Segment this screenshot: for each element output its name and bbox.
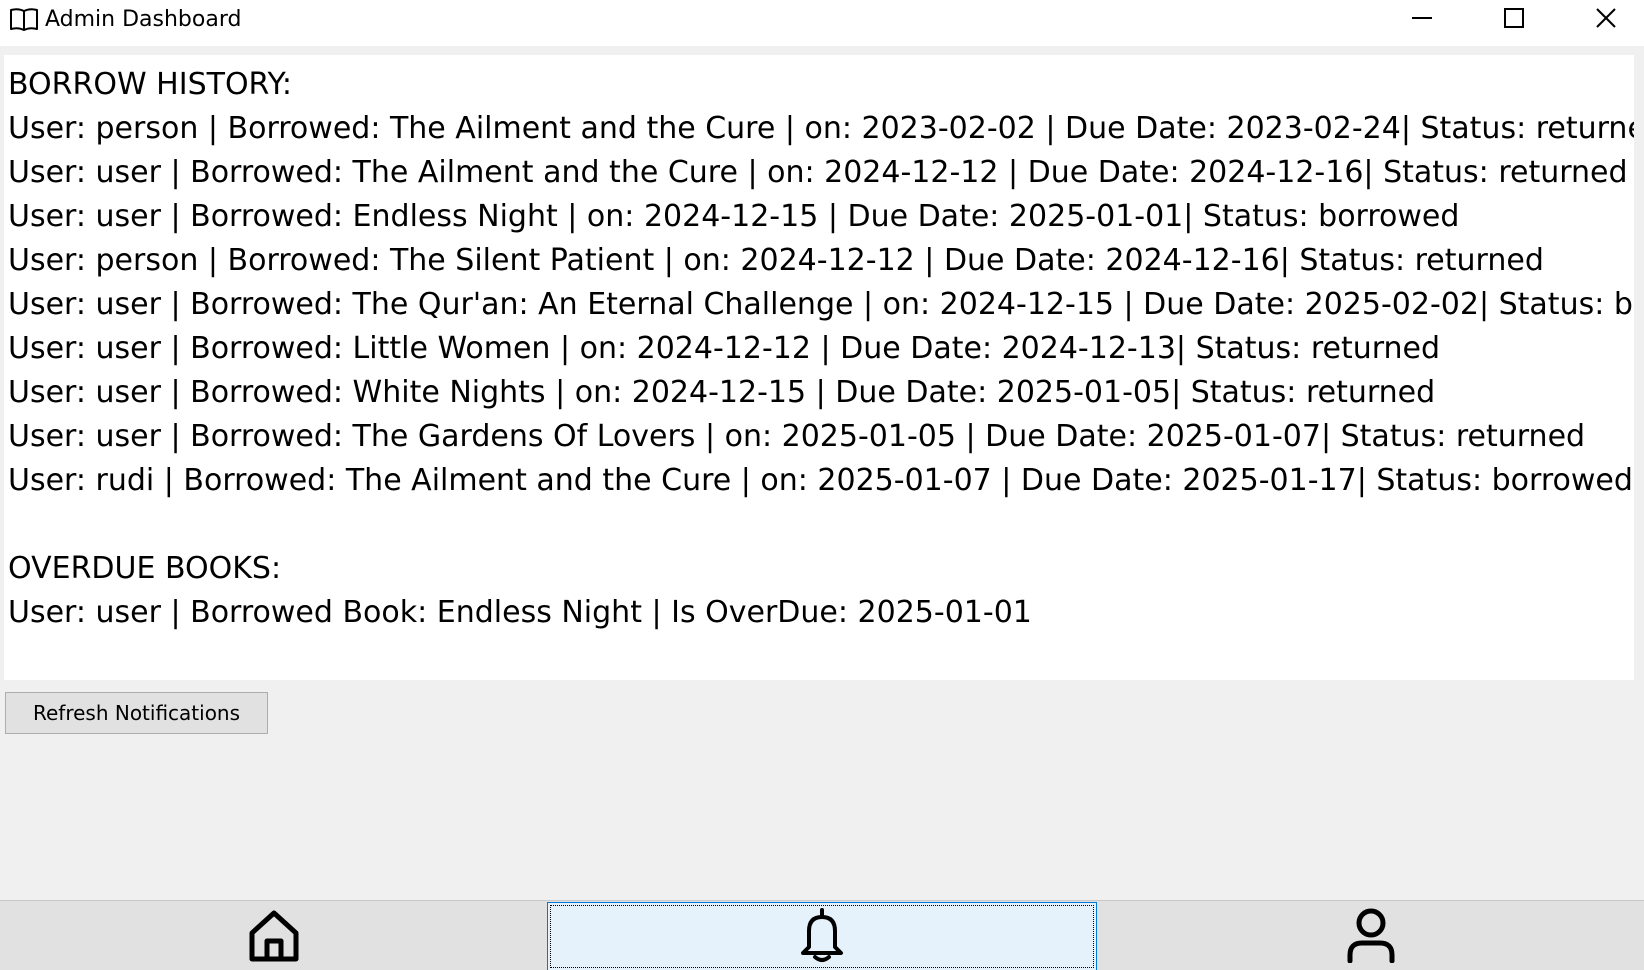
bottom-nav [0,900,1644,970]
bell-icon [799,907,845,967]
overdue-entry: User: user | Borrowed Book: Endless Nigh… [8,595,1032,630]
notifications-textbox[interactable]: BORROW HISTORY: User: person | Borrowed:… [4,55,1634,680]
close-button[interactable] [1560,0,1644,40]
history-heading: BORROW HISTORY: [8,67,292,102]
history-entry: User: user | Borrowed: White Nights | on… [8,375,1436,410]
nav-home-button[interactable] [0,902,547,970]
minimize-icon [1411,7,1433,33]
maximize-icon [1503,7,1525,33]
nav-profile-button[interactable] [1097,902,1644,970]
history-entry: User: user | Borrowed: The Qur'an: An Et… [8,287,1634,322]
history-entry: User: person | Borrowed: The Ailment and… [8,111,1634,146]
home-icon [247,907,301,967]
history-entry: User: rudi | Borrowed: The Ailment and t… [8,463,1633,498]
nav-notifications-button[interactable] [547,902,1097,970]
history-entry: User: person | Borrowed: The Silent Pati… [8,243,1544,278]
close-icon [1595,7,1617,33]
title-bar[interactable]: Admin Dashboard [0,0,1644,46]
history-entry: User: user | Borrowed: Little Women | on… [8,331,1441,366]
window-title: Admin Dashboard [45,7,242,32]
overdue-heading: OVERDUE BOOKS: [8,551,282,586]
history-entry: User: user | Borrowed: The Ailment and t… [8,155,1628,190]
refresh-notifications-button[interactable]: Refresh Notifications [5,692,268,734]
history-entry: User: user | Borrowed: Endless Night | o… [8,199,1460,234]
minimize-button[interactable] [1376,0,1468,40]
book-icon [8,6,40,34]
history-entry: User: user | Borrowed: The Gardens Of Lo… [8,419,1586,454]
maximize-button[interactable] [1468,0,1560,40]
app-window: Admin Dashboard BORROW HISTORY: User: pe… [0,0,1644,970]
user-icon [1346,907,1396,967]
